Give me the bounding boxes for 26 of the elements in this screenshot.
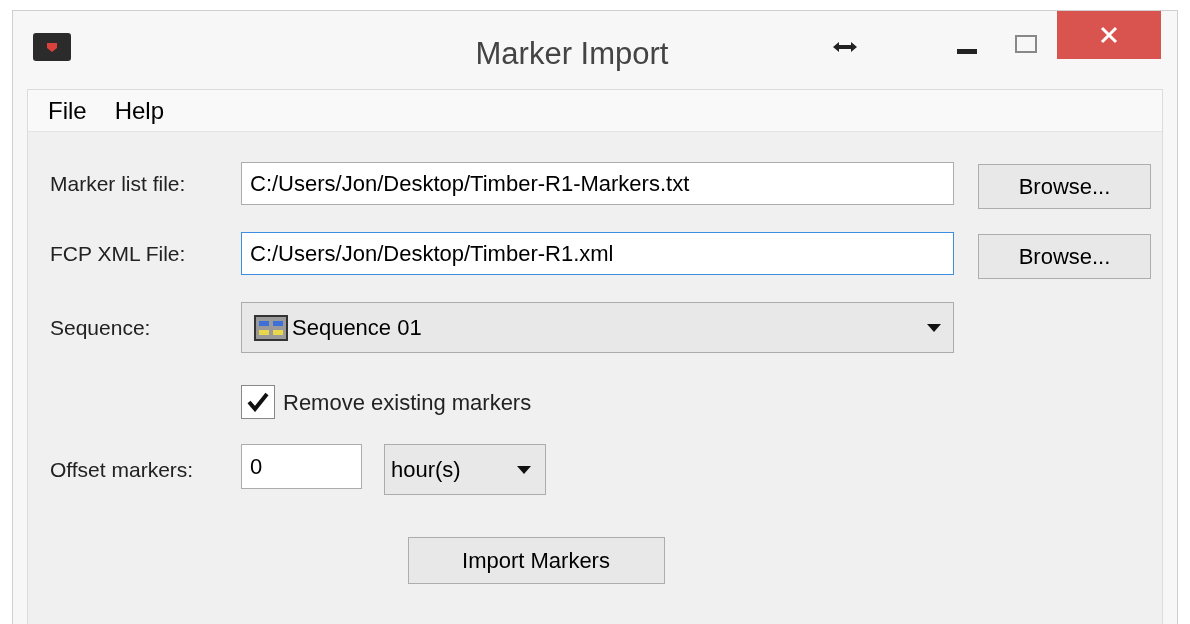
checkbox[interactable] (241, 385, 275, 419)
maximize-icon[interactable] (1015, 35, 1037, 53)
menu-item[interactable]: Help (114, 92, 165, 129)
close-icon (1100, 26, 1118, 44)
dropdown-arrow-icon (517, 465, 531, 474)
checkbox-label: Remove existing markers (283, 388, 532, 417)
file-path-field[interactable]: C:/Users/Jon/Desktop/Timber-R1.xml (241, 232, 954, 275)
offset-field[interactable]: 0 (241, 444, 362, 489)
field-label: Offset markers: (50, 457, 195, 483)
dropdown-arrow-icon (927, 323, 941, 332)
menu-item[interactable]: File (48, 92, 87, 129)
file-path-field[interactable]: C:/Users/Jon/Desktop/Timber-R1-Markers.txt (241, 162, 954, 205)
sequence-icon (254, 314, 288, 341)
app-icon (33, 33, 71, 61)
field-label: Sequence: (50, 315, 152, 341)
checkmark-icon (247, 392, 269, 412)
browse-button[interactable]: Browse... (978, 164, 1151, 209)
browse-button[interactable]: Browse... (978, 234, 1151, 279)
close-button[interactable] (1057, 11, 1161, 59)
unit-dropdown[interactable]: hour(s) (384, 444, 546, 495)
resize-arrows-icon (833, 41, 857, 53)
field-label: Marker list file: (50, 171, 187, 197)
field-label: FCP XML File: (50, 241, 187, 267)
import-markers-button[interactable]: Import Markers (407, 537, 665, 584)
sequence-dropdown[interactable]: Sequence 01 (241, 302, 954, 353)
window-title: Marker Import (475, 35, 669, 73)
